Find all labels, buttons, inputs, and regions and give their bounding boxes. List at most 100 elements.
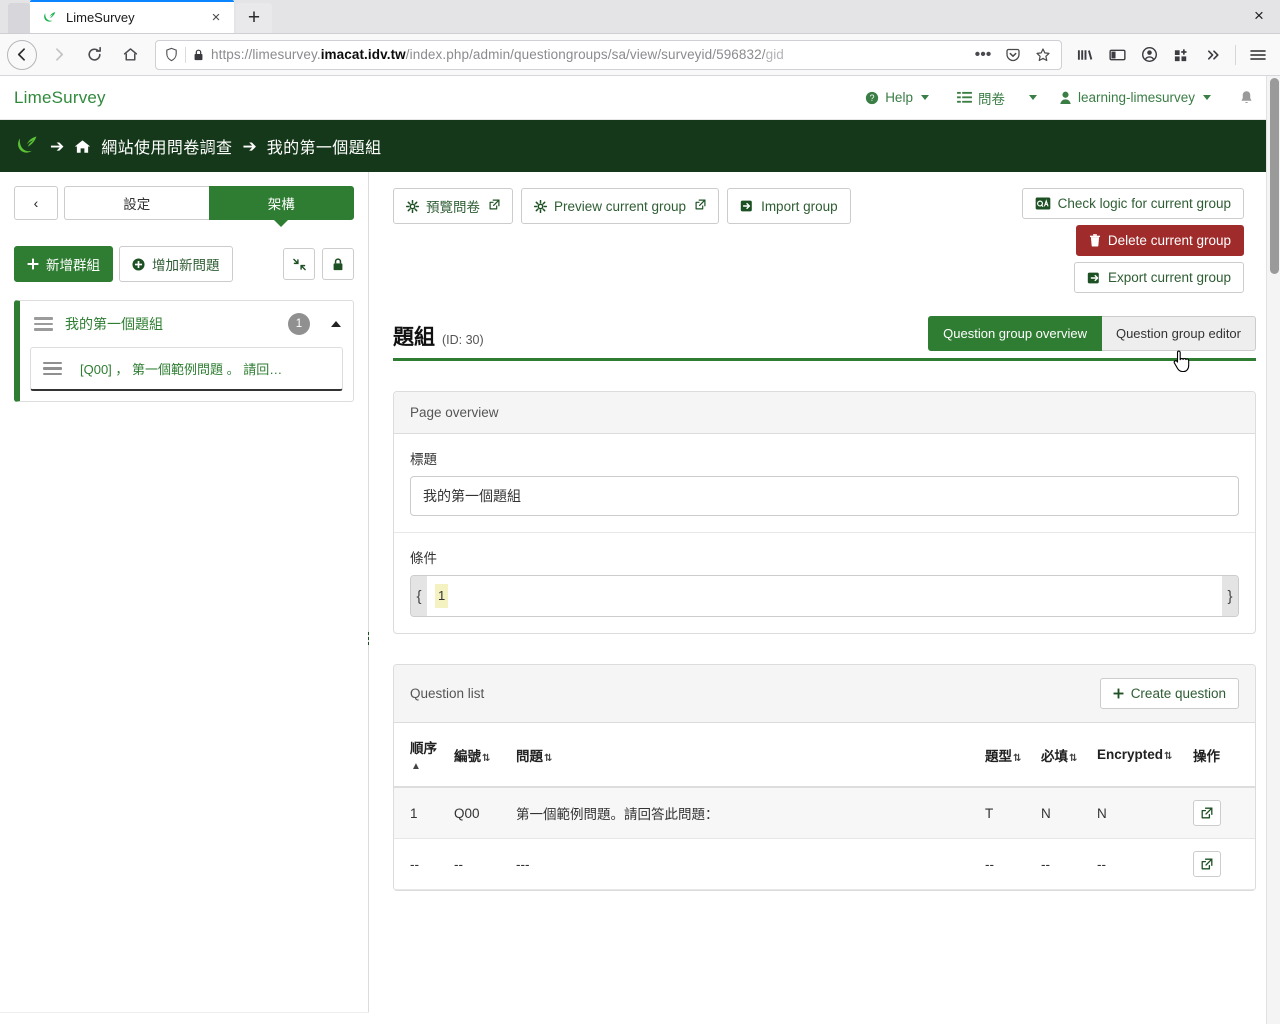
bell-icon bbox=[1241, 90, 1252, 103]
column-header-type[interactable]: 題型⇅ bbox=[977, 723, 1033, 788]
tab-settings[interactable]: 設定 bbox=[64, 186, 209, 220]
tab-close-icon[interactable]: × bbox=[206, 8, 226, 28]
chevron-down-icon bbox=[1203, 95, 1211, 100]
sidebar-icon[interactable] bbox=[1102, 40, 1132, 70]
sidebar-horizontal-scrollbar[interactable] bbox=[0, 1012, 369, 1024]
preview-survey-button[interactable]: 預覽問卷 bbox=[393, 188, 513, 224]
gear-icon bbox=[534, 199, 547, 213]
question-group-header[interactable]: 我的第一個題組 1 bbox=[20, 301, 353, 347]
export-group-button[interactable]: Export current group bbox=[1073, 262, 1244, 293]
create-question-wrap: Create question bbox=[1099, 678, 1239, 709]
tab-question-group-overview[interactable]: Question group overview bbox=[928, 316, 1102, 351]
page-scrollbar-thumb[interactable] bbox=[1270, 78, 1279, 274]
home-button[interactable] bbox=[113, 39, 147, 71]
window-close-button[interactable]: × bbox=[1238, 0, 1280, 33]
add-group-button[interactable]: 新增群組 bbox=[14, 246, 113, 282]
question-list-table-wrap: 順序▲ 編號⇅ 問題⇅ 題型⇅ 必填⇅ Encrypted⇅ 操作 1 Q00 … bbox=[394, 723, 1255, 890]
collapse-all-button[interactable] bbox=[283, 248, 315, 280]
chevron-down-icon bbox=[920, 95, 929, 100]
browser-tab-limesurvey[interactable]: LimeSurvey × bbox=[30, 0, 234, 33]
library-icon[interactable] bbox=[1070, 40, 1100, 70]
app-brand[interactable]: LimeSurvey bbox=[14, 88, 106, 108]
breadcrumb-arrow-1: ➔ bbox=[50, 136, 65, 156]
url-divider bbox=[185, 46, 186, 63]
lock-button[interactable] bbox=[322, 248, 354, 280]
sort-icon[interactable]: ⇅ bbox=[1069, 753, 1077, 764]
account-icon[interactable] bbox=[1134, 40, 1164, 70]
sidebar-question-item[interactable]: [Q00] ， 第一個範例問題 。 請回… bbox=[30, 347, 343, 391]
new-tab-button[interactable]: + bbox=[236, 3, 272, 33]
breadcrumb-survey[interactable]: 網站使用問卷調查 bbox=[101, 134, 232, 158]
condition-field-block: 條件 { 1 } bbox=[394, 533, 1255, 633]
table-row[interactable]: 1 Q00 第一個範例問題。請回答此問題： T N N bbox=[394, 787, 1255, 839]
menu-icon[interactable] bbox=[1243, 40, 1273, 70]
forward-button[interactable] bbox=[41, 39, 75, 71]
sort-icon[interactable]: ▲ bbox=[411, 761, 421, 772]
surveys-menu[interactable]: 問卷 bbox=[943, 76, 1019, 120]
reload-button[interactable] bbox=[77, 39, 111, 71]
notifications-button[interactable] bbox=[1225, 76, 1268, 120]
tracking-protection-shield-icon[interactable] bbox=[164, 47, 179, 62]
app-header: LimeSurvey ? Help 問卷 learning-limesurvey bbox=[0, 76, 1280, 120]
sort-icon[interactable]: ⇅ bbox=[1013, 753, 1021, 764]
column-label-code: 編號 bbox=[454, 748, 481, 764]
url-text[interactable]: https://limesurvey.imacat.idv.tw/index.p… bbox=[211, 47, 965, 62]
column-header-code[interactable]: 編號⇅ bbox=[446, 723, 508, 788]
collapse-arrows-icon bbox=[292, 258, 306, 270]
bookmark-star-icon[interactable] bbox=[1031, 43, 1055, 67]
column-header-mandatory[interactable]: 必填⇅ bbox=[1033, 723, 1089, 788]
question-list-panel: Question list Create question 順序▲ 編號⇅ 問題… bbox=[393, 664, 1256, 891]
title-input[interactable]: 我的第一個題組 bbox=[410, 476, 1239, 516]
padlock-icon[interactable] bbox=[192, 48, 205, 62]
help-label: Help bbox=[885, 90, 913, 105]
import-group-button[interactable]: Import group bbox=[727, 188, 851, 224]
tab-structure[interactable]: 架構 bbox=[208, 186, 354, 220]
open-question-button[interactable] bbox=[1193, 851, 1221, 877]
column-header-order[interactable]: 順序 ▲ bbox=[394, 723, 446, 788]
table-row[interactable]: -- -- --- -- -- -- bbox=[394, 838, 1255, 890]
group-toolbar: 預覽問卷 Preview current group Import group … bbox=[393, 188, 1256, 298]
preview-survey-label: 預覽問卷 bbox=[426, 200, 480, 215]
question-count-badge: 1 bbox=[288, 313, 310, 335]
extensions-add-icon[interactable] bbox=[1166, 40, 1196, 70]
user-menu[interactable]: learning-limesurvey bbox=[1045, 76, 1225, 120]
surveys-dropdown-toggle[interactable] bbox=[1019, 76, 1045, 120]
page-title: 題組 (ID: 30) bbox=[393, 321, 484, 351]
column-header-encrypted[interactable]: Encrypted⇅ bbox=[1089, 723, 1185, 788]
page-actions-icon[interactable]: ••• bbox=[971, 43, 995, 67]
breadcrumb-group[interactable]: 我的第一個題組 bbox=[267, 134, 382, 158]
drag-handle-icon[interactable] bbox=[34, 317, 53, 331]
column-label-question: 問題 bbox=[516, 748, 543, 764]
drag-handle-icon[interactable] bbox=[43, 361, 62, 376]
toolbar-divider bbox=[1235, 44, 1236, 65]
sort-icon[interactable]: ⇅ bbox=[482, 753, 490, 764]
cell-question: 第一個範例問題。請回答此問題： bbox=[508, 787, 977, 839]
question-group-title[interactable]: 我的第一個題組 bbox=[65, 314, 276, 334]
pocket-icon[interactable] bbox=[1001, 43, 1025, 67]
sidebar-collapse-button[interactable]: ‹ bbox=[14, 186, 58, 220]
open-question-button[interactable] bbox=[1193, 800, 1221, 826]
overflow-icon[interactable] bbox=[1198, 40, 1228, 70]
page-vertical-scrollbar[interactable] bbox=[1266, 76, 1280, 1024]
question-group-card[interactable]: 我的第一個題組 1 [Q00] ， 第一個範例問題 。 請回… bbox=[14, 300, 354, 402]
column-header-question[interactable]: 問題⇅ bbox=[508, 723, 977, 788]
preview-group-button[interactable]: Preview current group bbox=[521, 188, 720, 224]
sort-icon[interactable]: ⇅ bbox=[544, 753, 552, 764]
import-icon bbox=[740, 200, 752, 212]
back-button[interactable] bbox=[7, 39, 37, 70]
home-icon[interactable] bbox=[74, 139, 91, 154]
help-menu[interactable]: ? Help bbox=[851, 76, 943, 120]
condition-input[interactable]: { 1 } bbox=[410, 575, 1239, 617]
add-question-button[interactable]: 增加新問題 bbox=[119, 246, 233, 282]
browser-toolbar-icons bbox=[1070, 40, 1273, 70]
check-logic-button[interactable]: Check logic for current group bbox=[1021, 188, 1244, 219]
delete-group-button[interactable]: Delete current group bbox=[1075, 225, 1244, 256]
tab-question-group-editor[interactable]: Question group editor bbox=[1101, 316, 1256, 351]
chevron-up-icon[interactable] bbox=[331, 321, 341, 327]
sort-icon[interactable]: ⇅ bbox=[1164, 751, 1172, 762]
add-question-label: 增加新問題 bbox=[152, 258, 220, 273]
title-field-block: 標題 我的第一個題組 bbox=[394, 434, 1255, 533]
url-bar[interactable]: https://limesurvey.imacat.idv.tw/index.p… bbox=[155, 39, 1062, 70]
condition-content[interactable]: 1 bbox=[427, 576, 1222, 616]
create-question-button[interactable]: Create question bbox=[1099, 678, 1239, 709]
